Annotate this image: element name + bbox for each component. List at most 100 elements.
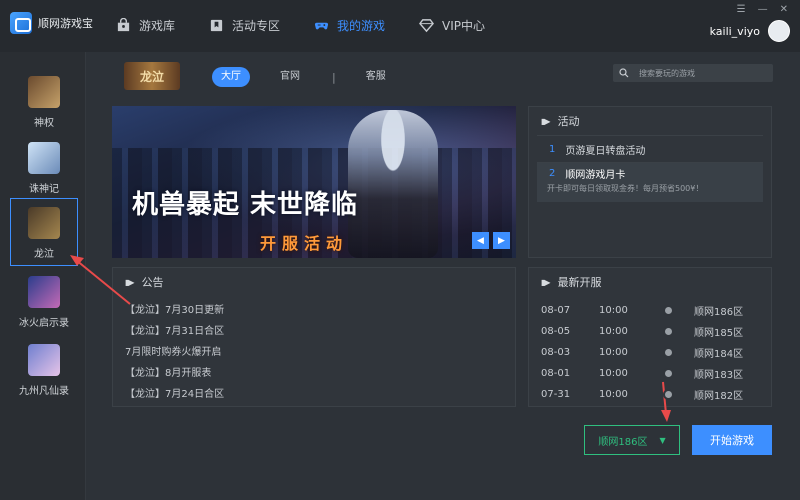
server-row[interactable]: 08-05 10:00 顺网185区 (529, 321, 771, 342)
notice-item[interactable]: 【龙泣】8月开服表 (125, 363, 515, 384)
sidebar-game-label: 神权 (34, 118, 54, 129)
banner-subtitle: 开服活动 (260, 234, 349, 253)
sidebar-game-label: 九州凡仙录 (19, 386, 69, 397)
server-row[interactable]: 07-31 10:00 顺网182区 (529, 384, 771, 405)
activity-item-number: 1 (549, 143, 556, 155)
activity-item[interactable]: 1 页游夏日转盘活动 (537, 135, 763, 162)
user-info[interactable]: kaili_viyo (710, 20, 790, 42)
banner-next-button[interactable]: ▶ (493, 232, 510, 249)
avatar[interactable] (768, 20, 790, 42)
notice-list: 【龙泣】7月30日更新 【龙泣】7月31日合区 7月限时购券火爆开启 【龙泣】8… (113, 296, 515, 405)
notice-item[interactable]: 【龙泣】7月30日更新 (125, 300, 515, 321)
server-row[interactable]: 08-07 10:00 顺网186区 (529, 300, 771, 321)
gamepad-icon (314, 22, 329, 29)
menu-icon[interactable]: ☰ (737, 4, 746, 15)
notice-panel: ▮▶ 公告 【龙泣】7月30日更新 【龙泣】7月31日合区 7月限时购券火爆开启… (112, 267, 516, 407)
activity-item-number: 2 (549, 167, 556, 179)
server-row[interactable]: 08-03 10:00 顺网184区 (529, 342, 771, 363)
activity-item-desc: 开卡即可每日领取现金券！每月预省500¥！ (547, 184, 704, 193)
activity-header: ▮▶ 活动 (529, 107, 771, 135)
sidebar-game-label: 诛神记 (29, 184, 59, 195)
game-thumbnail (28, 207, 60, 239)
promo-banner[interactable]: 机兽暴起 末世降临 开服活动 ◀ ▶ (112, 106, 516, 258)
game-sidebar: 神权 诛神记 龙泣 冰火启示录 九州凡仙录 (0, 52, 86, 500)
nav-events[interactable]: 活动专区 (209, 14, 280, 36)
timeline-dot (665, 349, 672, 356)
timeline-dot (665, 307, 672, 314)
nav-events-label: 活动专区 (232, 18, 281, 33)
servers-title: 最新开服 (557, 276, 602, 289)
main-nav: 游戏库 活动专区 我的游戏 VIP中心 (116, 14, 519, 36)
notice-header: ▮▶ 公告 (113, 268, 515, 296)
timeline-dot (665, 391, 672, 398)
top-bar: 顺网游戏宝 游戏库 活动专区 我的游戏 VIP中心 ☰ — ✕ kaili_vi… (0, 0, 800, 52)
sidebar-game-zhushenji[interactable]: 诛神记 (10, 134, 78, 200)
minimize-icon[interactable]: — (758, 4, 768, 15)
search-input[interactable] (639, 68, 773, 78)
sidebar-game-shenquan[interactable]: 神权 (10, 68, 78, 134)
server-time: 10:00 (599, 305, 628, 316)
server-list: 08-07 10:00 顺网186区 08-05 10:00 顺网185区 08… (529, 296, 771, 405)
search-icon (619, 68, 629, 78)
server-date: 08-07 (541, 305, 571, 316)
username: kaili_viyo (709, 24, 760, 38)
game-thumbnail (28, 142, 60, 174)
tab-customer-service[interactable]: 客服 (358, 67, 394, 87)
game-thumbnail (28, 344, 60, 376)
banner-title: 机兽暴起 末世降临 (132, 190, 359, 220)
play-icon: ▮▶ (541, 116, 551, 126)
store-icon (117, 17, 130, 31)
tab-official-site[interactable]: 官网 (272, 67, 308, 87)
notice-item[interactable]: 7月限时购券火爆开启 (125, 342, 515, 363)
notice-title: 公告 (141, 276, 164, 289)
app-logo-icon (10, 12, 32, 34)
diamond-icon (419, 18, 435, 32)
tab-lobby[interactable]: 大厅 (212, 67, 250, 87)
play-icon: ▮▶ (541, 277, 551, 287)
server-name: 顺网182区 (694, 391, 744, 402)
start-game-button[interactable]: 开始游戏 (692, 425, 772, 455)
server-date: 08-05 (541, 326, 571, 337)
server-time: 10:00 (599, 347, 628, 358)
app-logo[interactable]: 顺网游戏宝 (10, 12, 93, 34)
server-name: 顺网186区 (694, 307, 744, 318)
activity-panel: ▮▶ 活动 1 页游夏日转盘活动 2 顺网游戏月卡 开卡即可每日领取现金券！每月… (528, 106, 772, 258)
window-controls: ☰ — ✕ (737, 4, 788, 15)
nav-my-games[interactable]: 我的游戏 (314, 14, 385, 36)
triangle-left-icon: ◀ (477, 235, 484, 246)
play-icon: ▮▶ (125, 277, 135, 287)
game-tabs: 大厅 官网 | 客服 (212, 67, 418, 87)
close-icon[interactable]: ✕ (780, 4, 788, 15)
sidebar-game-jiuzhou[interactable]: 九州凡仙录 (10, 336, 78, 402)
game-logo: 龙泣 (124, 62, 180, 90)
server-date: 07-31 (541, 389, 571, 400)
nav-game-library-label: 游戏库 (139, 18, 176, 33)
triangle-right-icon: ▶ (498, 235, 505, 246)
game-logo-text: 龙泣 (139, 70, 164, 84)
notice-item[interactable]: 【龙泣】7月24日合区 (125, 384, 515, 405)
server-time: 10:00 (599, 326, 628, 337)
server-select-value: 顺网186区 (598, 436, 648, 448)
game-thumbnail (28, 76, 60, 108)
new-servers-panel: ▮▶ 最新开服 08-07 10:00 顺网186区 08-05 10:00 顺… (528, 267, 772, 407)
server-select-dropdown[interactable]: 顺网186区 ▼ (584, 425, 680, 455)
sidebar-game-longqi[interactable]: 龙泣 (10, 198, 78, 266)
search-box[interactable] (613, 64, 773, 82)
server-row[interactable]: 08-01 10:00 顺网183区 (529, 363, 771, 384)
server-name: 顺网184区 (694, 349, 744, 360)
notice-item[interactable]: 【龙泣】7月31日合区 (125, 321, 515, 342)
game-thumbnail (28, 276, 60, 308)
sidebar-game-label: 冰火启示录 (19, 318, 69, 329)
nav-game-library[interactable]: 游戏库 (116, 14, 175, 36)
banner-character (348, 110, 438, 258)
server-date: 08-03 (541, 347, 571, 358)
banner-arrows: ◀ ▶ (472, 232, 510, 249)
activity-item[interactable]: 2 顺网游戏月卡 开卡即可每日领取现金券！每月预省500¥！ (537, 162, 763, 202)
servers-header: ▮▶ 最新开服 (529, 268, 771, 296)
nav-vip-center[interactable]: VIP中心 (419, 14, 485, 36)
sidebar-game-binghuo[interactable]: 冰火启示录 (10, 268, 78, 334)
timeline-dot (665, 370, 672, 377)
app-title: 顺网游戏宝 (38, 17, 93, 30)
banner-prev-button[interactable]: ◀ (472, 232, 489, 249)
activity-title: 活动 (557, 115, 580, 128)
